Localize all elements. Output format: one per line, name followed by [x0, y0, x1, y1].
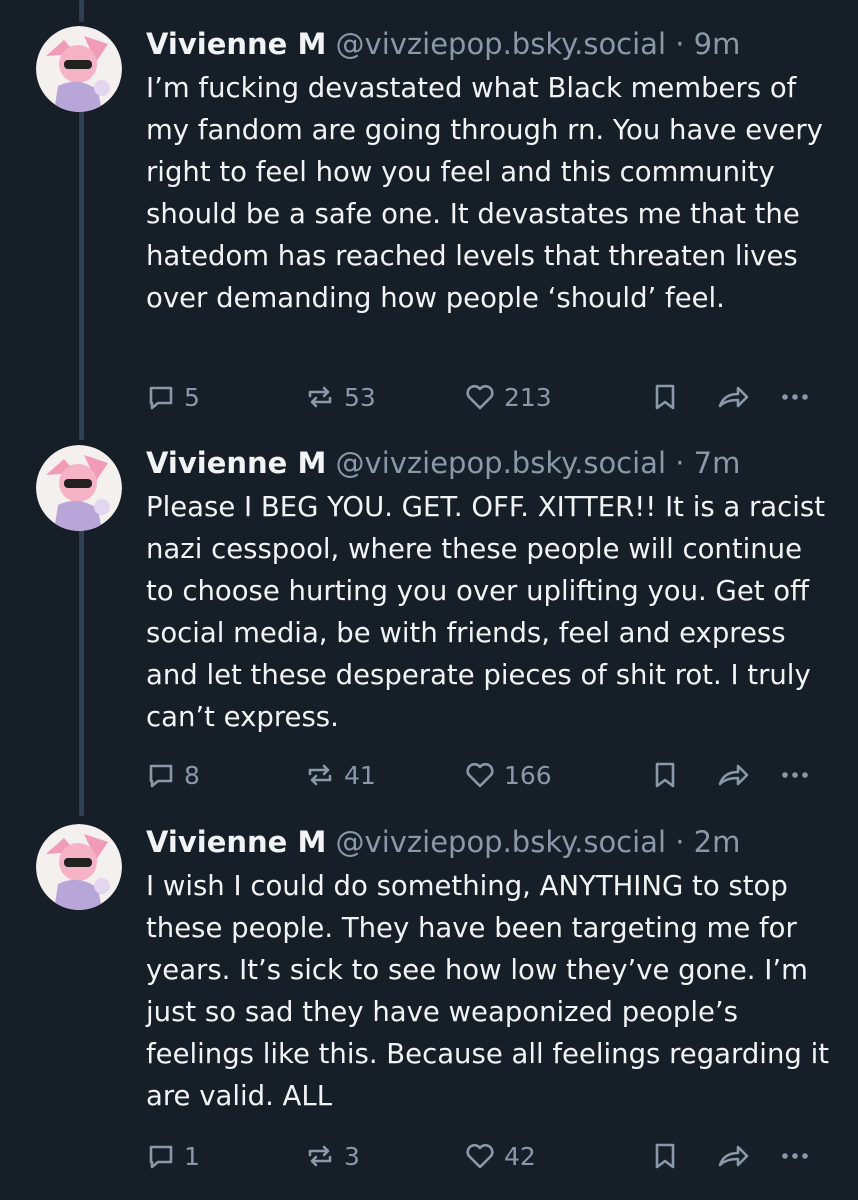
bookmark-button[interactable]	[651, 755, 679, 795]
author-handle[interactable]: @vivziepop.bsky.social	[336, 27, 666, 61]
author-handle[interactable]: @vivziepop.bsky.social	[336, 446, 666, 480]
more-options-button[interactable]	[779, 377, 811, 417]
post-actions: 1 3 42	[146, 1136, 826, 1176]
post-1[interactable]: Vivienne M @vivziepop.bsky.social · 9m I…	[0, 24, 858, 424]
avatar[interactable]	[36, 26, 122, 112]
reply-button[interactable]: 1	[146, 1136, 200, 1176]
thread-feed: Vivienne M @vivziepop.bsky.social · 9m I…	[0, 0, 858, 1200]
repost-count: 41	[344, 760, 376, 790]
like-count: 213	[504, 382, 552, 412]
post-2[interactable]: Vivienne M @vivziepop.bsky.social · 7m P…	[0, 443, 858, 813]
like-icon	[466, 384, 494, 410]
repost-count: 53	[344, 382, 376, 412]
post-3[interactable]: Vivienne M @vivziepop.bsky.social · 2m I…	[0, 822, 858, 1200]
bookmark-button[interactable]	[651, 377, 679, 417]
repost-button[interactable]: 53	[304, 377, 376, 417]
like-button[interactable]: 166	[464, 755, 552, 795]
share-icon	[718, 1145, 749, 1167]
share-button[interactable]	[716, 755, 750, 795]
repost-button[interactable]: 3	[304, 1136, 360, 1176]
post-text: I wish I could do something, ANYTHING to…	[146, 870, 830, 1112]
post-timestamp[interactable]: 9m	[694, 27, 741, 61]
author-handle[interactable]: @vivziepop.bsky.social	[336, 825, 666, 859]
separator: ·	[675, 446, 685, 480]
post-text: Please I BEG YOU. GET. OFF. XITTER!! It …	[146, 491, 826, 733]
like-icon	[466, 762, 494, 788]
post-actions: 5 53 213	[146, 377, 826, 417]
share-icon	[718, 386, 749, 408]
reply-icon	[149, 386, 173, 410]
more-options-button[interactable]	[779, 755, 811, 795]
share-button[interactable]	[716, 377, 750, 417]
repost-count: 3	[344, 1141, 360, 1171]
repost-icon	[308, 764, 332, 786]
share-button[interactable]	[716, 1136, 750, 1176]
thread-connector-top	[79, 0, 84, 22]
like-button[interactable]: 42	[464, 1136, 536, 1176]
post-header: Vivienne M @vivziepop.bsky.social · 9m	[146, 24, 740, 64]
share-icon	[718, 764, 749, 786]
reply-icon	[149, 764, 173, 788]
like-button[interactable]: 213	[464, 377, 552, 417]
more-icon	[782, 394, 808, 400]
author-name[interactable]: Vivienne M	[146, 446, 326, 480]
avatar[interactable]	[36, 445, 122, 531]
like-count: 42	[504, 1141, 536, 1171]
post-actions: 8 41 166	[146, 755, 826, 795]
reply-button[interactable]: 5	[146, 377, 200, 417]
bookmark-icon	[655, 384, 675, 410]
separator: ·	[675, 27, 685, 61]
like-icon	[466, 1143, 494, 1169]
bookmark-button[interactable]	[651, 1136, 679, 1176]
repost-button[interactable]: 41	[304, 755, 376, 795]
like-count: 166	[504, 760, 552, 790]
reply-count: 5	[184, 382, 200, 412]
repost-icon	[308, 1145, 332, 1167]
repost-icon	[308, 386, 332, 408]
post-header: Vivienne M @vivziepop.bsky.social · 2m	[146, 822, 740, 862]
post-timestamp[interactable]: 7m	[694, 446, 741, 480]
reply-icon	[149, 1145, 173, 1169]
reply-count: 1	[184, 1141, 200, 1171]
post-text: I’m fucking devastated what Black member…	[146, 72, 823, 314]
more-icon	[782, 1153, 808, 1159]
avatar-image	[36, 824, 122, 910]
author-name[interactable]: Vivienne M	[146, 825, 326, 859]
bookmark-icon	[655, 1143, 675, 1169]
reply-button[interactable]: 8	[146, 755, 200, 795]
bookmark-icon	[655, 762, 675, 788]
avatar-image	[36, 26, 122, 112]
avatar[interactable]	[36, 824, 122, 910]
post-timestamp[interactable]: 2m	[694, 825, 741, 859]
more-options-button[interactable]	[779, 1136, 811, 1176]
reply-count: 8	[184, 760, 200, 790]
avatar-image	[36, 445, 122, 531]
post-header: Vivienne M @vivziepop.bsky.social · 7m	[146, 443, 740, 483]
more-icon	[782, 772, 808, 778]
author-name[interactable]: Vivienne M	[146, 27, 326, 61]
separator: ·	[675, 825, 685, 859]
